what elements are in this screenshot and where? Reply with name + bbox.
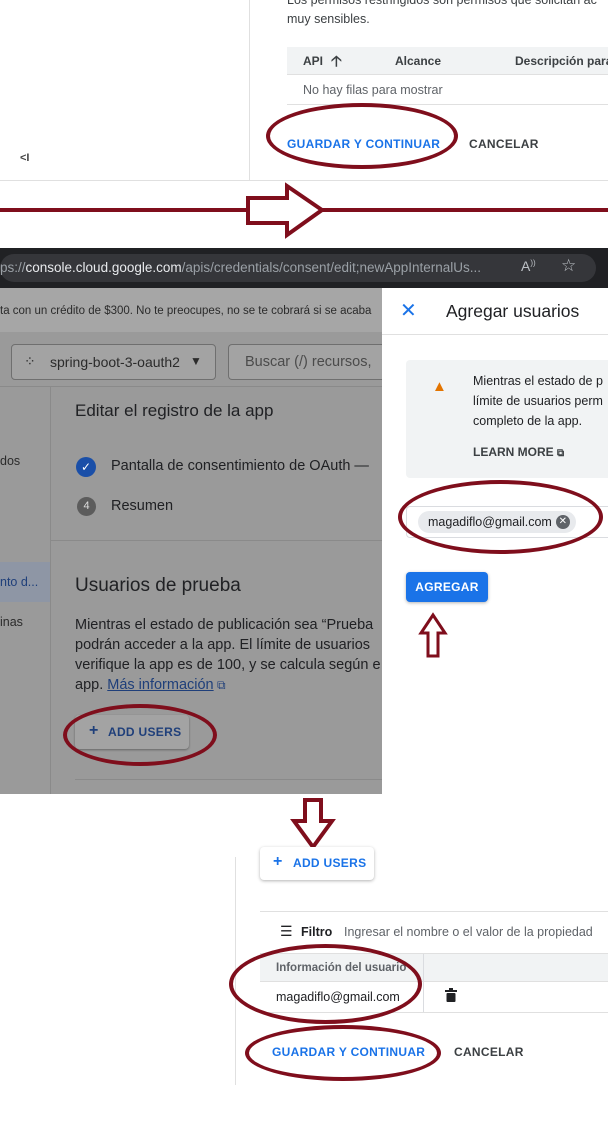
sidebar-item[interactable]: inas (0, 615, 23, 629)
column-header-description: Descripción para (515, 54, 608, 68)
step-summary[interactable]: Resumen (111, 498, 173, 514)
cancel-button[interactable]: CANCELAR (469, 137, 539, 151)
warning-box: ▲ Mientras el estado de p límite de usua… (406, 360, 608, 478)
description-line: muy sensibles. (287, 12, 370, 26)
url-prefix: ps:// (0, 260, 26, 275)
caret-down-icon: ▼ (190, 354, 202, 368)
project-selector[interactable]: ⁘ spring-boot-3-oauth2 ▼ (11, 344, 216, 380)
users-table-header: Información del usuario (260, 953, 608, 983)
test-users-description: Mientras el estado de publicación sea “P… (75, 615, 405, 695)
page-title: Editar el registro de la app (75, 401, 274, 420)
step-consent-screen[interactable]: Pantalla de consentimiento de OAuth — (111, 458, 369, 474)
trash-icon[interactable] (445, 988, 457, 1005)
divider (287, 104, 608, 105)
email-input[interactable]: magadiflo@gmail.com ✕ (406, 506, 608, 538)
divider (235, 857, 236, 1085)
section-title: Usuarios de prueba (75, 575, 241, 596)
divider (0, 180, 608, 181)
arrow-up-icon[interactable]: 🡡 (331, 51, 342, 76)
url-path: /apis/credentials/consent/edit;newAppInt… (181, 260, 482, 275)
divider (260, 911, 608, 912)
filter-label: Filtro (301, 925, 333, 939)
remove-chip-icon[interactable]: ✕ (555, 515, 570, 529)
check-circle-icon: ✓ (76, 457, 96, 477)
filter-icon[interactable]: ☰ (280, 923, 293, 940)
external-link-icon: ⧉ (213, 678, 226, 692)
read-aloud-icon[interactable]: A)) (521, 258, 536, 274)
dialog-title: Agregar usuarios (446, 301, 580, 321)
up-arrow-annotation (418, 612, 448, 658)
divider (0, 386, 382, 387)
external-link-icon: ⧉ (557, 448, 565, 459)
url-text[interactable]: ps://console.cloud.google.com/apis/crede… (0, 260, 481, 275)
add-users-button[interactable]: + ADD USERS (260, 847, 374, 880)
save-and-continue-button[interactable]: GUARDAR Y CONTINUAR (287, 137, 440, 151)
more-info-link[interactable]: Más información (107, 677, 213, 693)
column-separator (423, 954, 424, 983)
collapse-sidebar-button[interactable]: <I (20, 152, 29, 164)
add-users-label: ADD USERS (293, 856, 367, 870)
scopes-table-header: API 🡡 Alcance Descripción para (287, 47, 608, 75)
right-arrow-annotation (0, 182, 608, 239)
annotation-ellipse (266, 103, 458, 169)
sidebar-item[interactable]: dos (0, 454, 20, 468)
column-header-scope: Alcance (395, 54, 442, 68)
description-line: Los permisos restringidos son permisos q… (287, 0, 597, 7)
search-placeholder: Buscar (/) recursos, (245, 354, 372, 370)
close-icon[interactable]: ✕ (400, 298, 417, 323)
save-and-continue-button[interactable]: GUARDAR Y CONTINUAR (272, 1045, 425, 1059)
divider (75, 779, 382, 780)
email-chip: magadiflo@gmail.com ✕ (418, 511, 576, 533)
star-icon[interactable]: ☆ (561, 256, 576, 276)
warning-icon: ▲ (432, 378, 447, 395)
step-number-icon: 4 (77, 497, 96, 516)
empty-table-message: No hay filas para mostrar (303, 83, 443, 97)
learn-more-label: LEARN MORE (473, 445, 554, 459)
column-separator (423, 982, 424, 1012)
add-button[interactable]: AGREGAR (406, 572, 488, 602)
column-header-user-info: Información del usuario (276, 962, 407, 974)
sidebar-panel (0, 0, 250, 180)
plus-icon: + (89, 722, 99, 739)
column-header-api[interactable]: API (303, 54, 323, 68)
add-users-label: ADD USERS (108, 725, 182, 739)
divider (260, 1012, 608, 1013)
divider (51, 540, 382, 541)
divider (50, 386, 51, 794)
project-icon: ⁘ (24, 353, 36, 369)
restricted-scopes-description: Los permisos restringidos son permisos q… (287, 0, 608, 29)
project-name: spring-boot-3-oauth2 (50, 354, 180, 370)
browser-toolbar: ps://console.cloud.google.com/apis/crede… (0, 248, 608, 288)
credit-banner-text: ta con un crédito de $300. No te preocup… (0, 305, 372, 317)
learn-more-link[interactable]: LEARN MORE ⧉ (473, 445, 564, 459)
url-host: console.cloud.google.com (25, 260, 182, 275)
plus-icon: + (273, 853, 283, 870)
user-email-cell: magadiflo@gmail.com (276, 990, 400, 1004)
down-arrow-annotation (290, 798, 336, 851)
search-input[interactable]: Buscar (/) recursos, (228, 344, 382, 380)
warning-text: Mientras el estado de p límite de usuari… (473, 374, 603, 428)
chip-email: magadiflo@gmail.com (428, 515, 552, 529)
divider (382, 334, 608, 335)
add-users-button[interactable]: + ADD USERS (75, 715, 189, 749)
filter-input[interactable]: Ingresar el nombre o el valor de la prop… (344, 925, 593, 939)
sidebar-item-active[interactable]: nto d... (0, 575, 38, 589)
console-screenshot: ps://console.cloud.google.com/apis/crede… (0, 248, 608, 794)
cancel-button[interactable]: CANCELAR (454, 1045, 524, 1059)
add-users-dialog: ✕ Agregar usuarios ▲ Mientras el estado … (382, 288, 608, 794)
